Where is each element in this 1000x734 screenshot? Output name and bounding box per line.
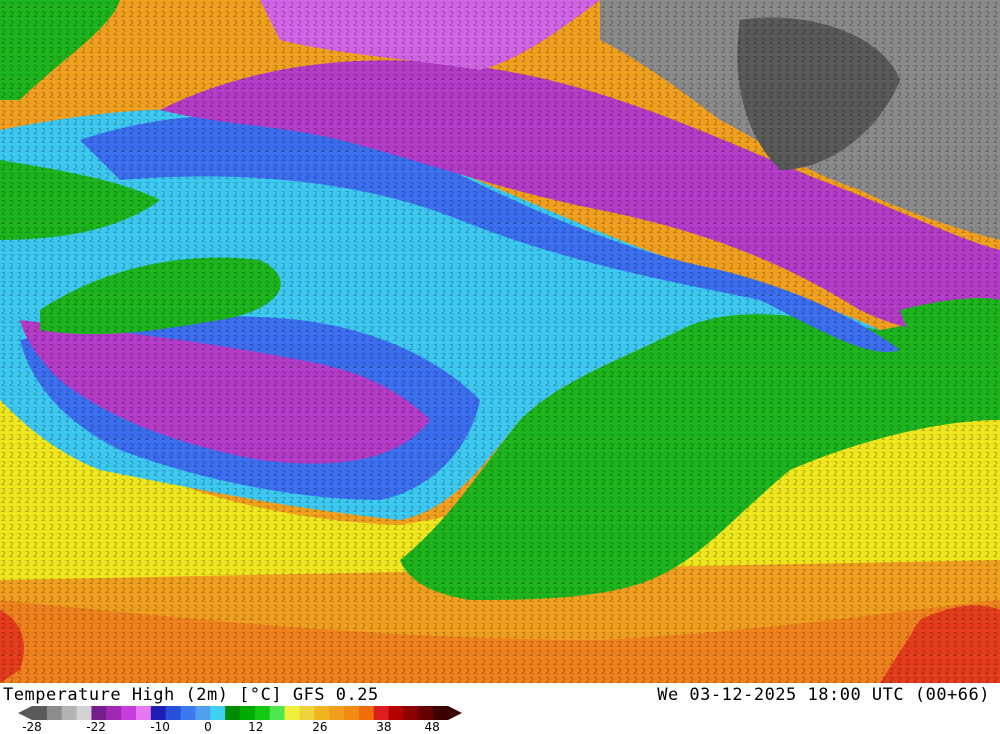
- legend-swatch: [91, 706, 107, 720]
- map-footer: Temperature High (2m) [°C] GFS 0.25 We 0…: [0, 683, 1000, 734]
- legend-tick-label: 38: [376, 720, 392, 734]
- color-legend: [18, 706, 462, 720]
- legend-tick-label: -22: [86, 720, 106, 734]
- value-overlay: [0, 0, 1000, 683]
- legend-swatch: [61, 706, 78, 720]
- legend-swatch: [269, 706, 286, 720]
- legend-swatch: [284, 706, 300, 720]
- legend-swatch: [329, 706, 345, 720]
- legend-arrow-left: [18, 706, 32, 720]
- legend-swatch: [106, 706, 122, 720]
- legend-swatch: [225, 706, 241, 720]
- legend-tick-label: 48: [424, 720, 440, 734]
- legend-swatch: [403, 706, 419, 720]
- map-title: Temperature High (2m) [°C] GFS 0.25: [3, 685, 379, 705]
- legend-swatch: [299, 706, 315, 720]
- legend-swatch: [314, 706, 330, 720]
- legend-swatch: [121, 706, 137, 720]
- temperature-map: 2: [0, 0, 1000, 683]
- legend-swatch: [373, 706, 390, 720]
- legend-swatch: [180, 706, 196, 720]
- legend-swatch: [433, 706, 449, 720]
- valid-time: We 03-12-2025 18:00 UTC (00+66): [657, 685, 990, 705]
- legend-swatch: [136, 706, 152, 720]
- legend-swatch: [195, 706, 211, 720]
- legend-swatch: [210, 706, 226, 720]
- legend-swatch: [344, 706, 360, 720]
- legend-tick-label: -28: [22, 720, 42, 734]
- legend-swatch: [76, 706, 92, 720]
- legend-tick-label: -10: [150, 720, 170, 734]
- legend-swatch: [46, 706, 63, 720]
- legend-tick-label: 0: [204, 720, 212, 734]
- legend-swatch: [254, 706, 271, 720]
- legend-swatch: [240, 706, 256, 720]
- legend-tick-label: 26: [312, 720, 328, 734]
- legend-swatch: [418, 706, 434, 720]
- legend-swatch: [150, 706, 167, 720]
- legend-swatch: [388, 706, 404, 720]
- legend-tick-label: 12: [248, 720, 264, 734]
- legend-swatch: [32, 706, 48, 720]
- legend-swatch: [358, 706, 375, 720]
- legend-arrow-right: [448, 706, 462, 720]
- legend-swatch: [165, 706, 182, 720]
